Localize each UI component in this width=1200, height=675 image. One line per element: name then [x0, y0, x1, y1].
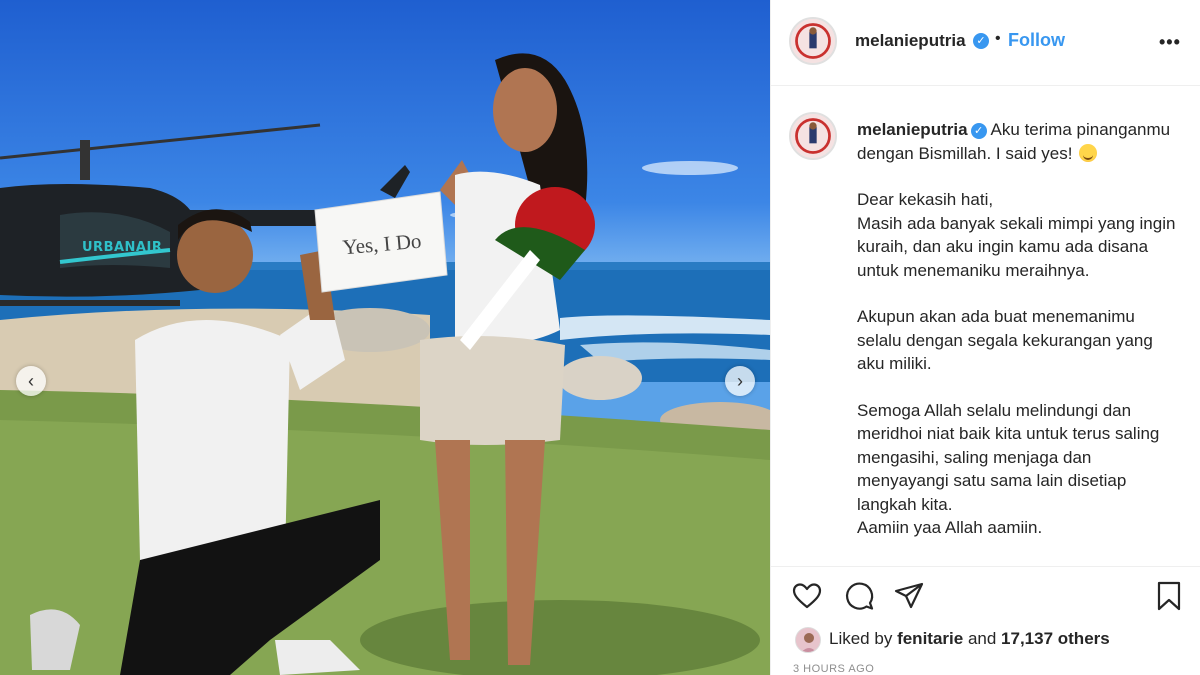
hugging-face-emoji [1079, 143, 1098, 162]
more-options-icon[interactable]: ••• [1159, 32, 1181, 53]
share-button[interactable] [893, 580, 925, 612]
photo-scene [0, 53, 770, 675]
separator-dot: • [995, 30, 1001, 47]
paper-plane-icon [894, 582, 924, 609]
comment-icon [845, 582, 874, 610]
likes-prefix: Liked by [829, 629, 893, 648]
post-caption: melanieputria ✓ Aku terima pinanganmu deng… [857, 118, 1177, 540]
post-photo[interactable]: Yes, I Do URBANAIR ‹ › [0, 0, 770, 675]
likes-summary: Liked by fenitarie and 17,137 others [829, 629, 1110, 649]
likes-others-link[interactable]: 17,137 others [1001, 629, 1110, 648]
chevron-left-icon: ‹ [28, 371, 34, 391]
caption-line: Dear kekasih hati, [857, 190, 994, 209]
caption-line: Masih ada banyak sekali mimpi yang ingin… [857, 213, 1176, 280]
liker-username[interactable]: fenitarie [897, 629, 963, 648]
post-panel: melanieputria ✓ • Follow ••• melanieputr… [770, 0, 1200, 675]
caption-username[interactable]: melanieputria [857, 120, 968, 139]
verified-badge-icon: ✓ [970, 123, 987, 139]
liker-avatar[interactable] [795, 627, 821, 653]
like-button[interactable] [791, 580, 823, 612]
likes-connector: and [967, 629, 997, 648]
verified-badge-icon: ✓ [973, 33, 989, 49]
post-header: melanieputria ✓ • Follow ••• [771, 0, 1200, 86]
avatar-image [791, 114, 835, 158]
previous-photo-button[interactable]: ‹ [16, 366, 46, 396]
avatar-image [796, 628, 820, 652]
author-username[interactable]: melanieputria [855, 31, 966, 51]
comment-button[interactable] [843, 580, 875, 612]
follow-button[interactable]: Follow [1008, 30, 1065, 51]
post-timestamp[interactable]: 3 HOURS AGO [793, 663, 874, 675]
author-avatar[interactable] [789, 17, 837, 65]
caption-line: Semoga Allah selalu melindungi dan merid… [857, 400, 1160, 514]
heart-icon [792, 583, 822, 609]
next-photo-button[interactable]: › [725, 366, 755, 396]
chevron-right-icon: › [737, 371, 743, 391]
caption-line: Aamiin yaa Allah aamiin. [857, 518, 1043, 537]
avatar-image [791, 19, 835, 63]
post-actions: Liked by fenitarie and 17,137 others 3 H… [771, 566, 1200, 675]
caption-line: Akupun akan ada buat menemanimu selalu d… [857, 307, 1153, 373]
caption-avatar[interactable] [789, 112, 837, 160]
save-button[interactable] [1153, 580, 1185, 612]
helicopter-logo-text: URBANAIR [82, 240, 163, 255]
bookmark-icon [1157, 581, 1181, 611]
